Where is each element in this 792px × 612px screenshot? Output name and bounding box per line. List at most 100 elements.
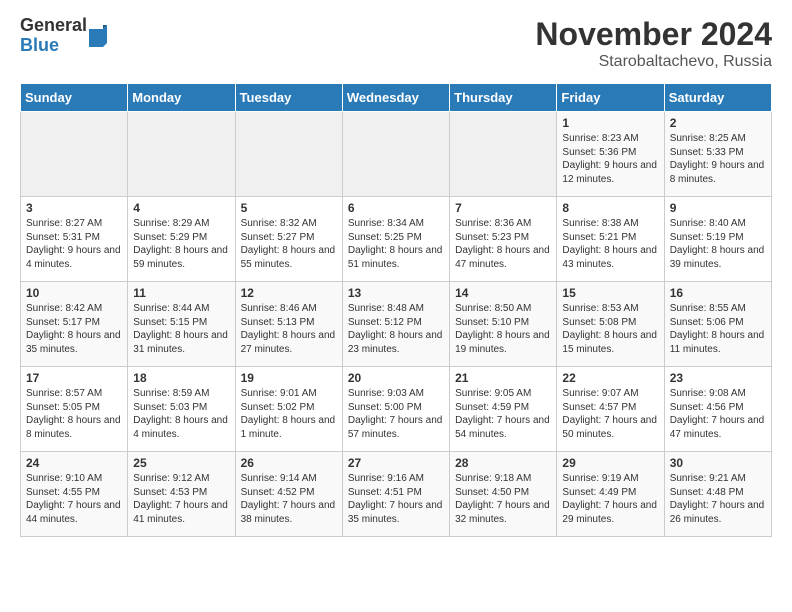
table-cell: 4 Sunrise: 8:29 AM Sunset: 5:29 PM Daylig… <box>128 197 235 282</box>
day-info: Sunrise: 8:38 AM Sunset: 5:21 PM Dayligh… <box>562 217 658 271</box>
table-cell <box>128 112 235 197</box>
day-info: Sunrise: 9:08 AM Sunset: 4:56 PM Dayligh… <box>670 387 766 441</box>
day-number: 23 <box>670 371 766 385</box>
table-cell: 5Sunrise: 8:32 AM Sunset: 5:27 PM Daylig… <box>235 197 342 282</box>
table-cell: 11 Sunrise: 8:44 AM Sunset: 5:15 PM Dayli… <box>128 282 235 367</box>
day-info: Sunrise: 8:59 AM Sunset: 5:03 PM Dayligh… <box>133 387 229 441</box>
table-cell: 8 Sunrise: 8:38 AM Sunset: 5:21 PM Daylig… <box>557 197 664 282</box>
logo-line2: Blue <box>20 36 87 56</box>
day-number: 20 <box>348 371 444 385</box>
day-info: Sunrise: 9:05 AM Sunset: 4:59 PM Dayligh… <box>455 387 551 441</box>
table-cell: 20Sunrise: 9:03 AM Sunset: 5:00 PM Dayli… <box>342 367 449 452</box>
day-number: 12 <box>241 286 337 300</box>
table-cell: 7Sunrise: 8:36 AM Sunset: 5:23 PM Daylig… <box>450 197 557 282</box>
logo-text: General Blue <box>20 16 87 56</box>
day-number: 24 <box>26 456 122 470</box>
day-info: Sunrise: 8:44 AM Sunset: 5:15 PM Dayligh… <box>133 302 229 356</box>
day-number: 19 <box>241 371 337 385</box>
col-tuesday: Tuesday <box>235 84 342 112</box>
table-cell: 23 Sunrise: 9:08 AM Sunset: 4:56 PM Dayli… <box>664 367 771 452</box>
day-number: 5 <box>241 201 337 215</box>
page: General Blue November 2024 Starobaltache… <box>0 0 792 553</box>
day-number: 14 <box>455 286 551 300</box>
day-number: 28 <box>455 456 551 470</box>
header-row: Sunday Monday Tuesday Wednesday Thursday… <box>21 84 772 112</box>
day-info: Sunrise: 9:07 AM Sunset: 4:57 PM Dayligh… <box>562 387 658 441</box>
table-cell: 26Sunrise: 9:14 AM Sunset: 4:52 PM Dayli… <box>235 452 342 537</box>
calendar-week-row: 24 Sunrise: 9:10 AM Sunset: 4:55 PM Dayli… <box>21 452 772 537</box>
col-friday: Friday <box>557 84 664 112</box>
table-cell: 25 Sunrise: 9:12 AM Sunset: 4:53 PM Dayli… <box>128 452 235 537</box>
day-number: 4 <box>133 201 229 215</box>
table-cell <box>450 112 557 197</box>
table-cell: 22Sunrise: 9:07 AM Sunset: 4:57 PM Dayli… <box>557 367 664 452</box>
calendar-week-row: 10 Sunrise: 8:42 AM Sunset: 5:17 PM Dayli… <box>21 282 772 367</box>
day-info: Sunrise: 9:16 AM Sunset: 4:51 PM Dayligh… <box>348 472 444 526</box>
day-info: Sunrise: 8:23 AM Sunset: 5:36 PM Dayligh… <box>562 132 658 186</box>
table-cell <box>21 112 128 197</box>
day-number: 30 <box>670 456 766 470</box>
day-info: Sunrise: 8:57 AM Sunset: 5:05 PM Dayligh… <box>26 387 122 441</box>
day-info: Sunrise: 9:21 AM Sunset: 4:48 PM Dayligh… <box>670 472 766 526</box>
day-info: Sunrise: 8:29 AM Sunset: 5:29 PM Dayligh… <box>133 217 229 271</box>
day-info: Sunrise: 8:50 AM Sunset: 5:10 PM Dayligh… <box>455 302 551 356</box>
calendar-title: November 2024 <box>535 16 772 53</box>
table-cell: 1Sunrise: 8:23 AM Sunset: 5:36 PM Daylig… <box>557 112 664 197</box>
calendar-week-row: 17Sunrise: 8:57 AM Sunset: 5:05 PM Dayli… <box>21 367 772 452</box>
day-info: Sunrise: 9:01 AM Sunset: 5:02 PM Dayligh… <box>241 387 337 441</box>
table-cell: 3 Sunrise: 8:27 AM Sunset: 5:31 PM Daylig… <box>21 197 128 282</box>
table-cell: 10 Sunrise: 8:42 AM Sunset: 5:17 PM Dayli… <box>21 282 128 367</box>
table-cell: 9Sunrise: 8:40 AM Sunset: 5:19 PM Daylig… <box>664 197 771 282</box>
table-cell: 12Sunrise: 8:46 AM Sunset: 5:13 PM Dayli… <box>235 282 342 367</box>
day-number: 3 <box>26 201 122 215</box>
day-number: 10 <box>26 286 122 300</box>
day-info: Sunrise: 9:18 AM Sunset: 4:50 PM Dayligh… <box>455 472 551 526</box>
day-info: Sunrise: 9:14 AM Sunset: 4:52 PM Dayligh… <box>241 472 337 526</box>
logo-line1: General <box>20 16 87 36</box>
day-number: 8 <box>562 201 658 215</box>
day-number: 18 <box>133 371 229 385</box>
table-cell: 14 Sunrise: 8:50 AM Sunset: 5:10 PM Dayli… <box>450 282 557 367</box>
day-number: 7 <box>455 201 551 215</box>
day-number: 16 <box>670 286 766 300</box>
table-cell: 6 Sunrise: 8:34 AM Sunset: 5:25 PM Daylig… <box>342 197 449 282</box>
day-info: Sunrise: 9:10 AM Sunset: 4:55 PM Dayligh… <box>26 472 122 526</box>
calendar-header: Sunday Monday Tuesday Wednesday Thursday… <box>21 84 772 112</box>
day-number: 21 <box>455 371 551 385</box>
day-number: 11 <box>133 286 229 300</box>
day-number: 25 <box>133 456 229 470</box>
day-number: 2 <box>670 116 766 130</box>
day-info: Sunrise: 8:34 AM Sunset: 5:25 PM Dayligh… <box>348 217 444 271</box>
calendar-table: Sunday Monday Tuesday Wednesday Thursday… <box>20 83 772 537</box>
day-info: Sunrise: 8:53 AM Sunset: 5:08 PM Dayligh… <box>562 302 658 356</box>
calendar-body: 1Sunrise: 8:23 AM Sunset: 5:36 PM Daylig… <box>21 112 772 537</box>
table-cell: 16Sunrise: 8:55 AM Sunset: 5:06 PM Dayli… <box>664 282 771 367</box>
col-wednesday: Wednesday <box>342 84 449 112</box>
table-cell: 13Sunrise: 8:48 AM Sunset: 5:12 PM Dayli… <box>342 282 449 367</box>
col-saturday: Saturday <box>664 84 771 112</box>
table-cell <box>235 112 342 197</box>
table-cell <box>342 112 449 197</box>
table-cell: 30 Sunrise: 9:21 AM Sunset: 4:48 PM Dayli… <box>664 452 771 537</box>
table-cell: 21 Sunrise: 9:05 AM Sunset: 4:59 PM Dayli… <box>450 367 557 452</box>
title-block: November 2024 Starobaltachevo, Russia <box>535 16 772 71</box>
day-info: Sunrise: 8:42 AM Sunset: 5:17 PM Dayligh… <box>26 302 122 356</box>
day-number: 9 <box>670 201 766 215</box>
calendar-week-row: 3 Sunrise: 8:27 AM Sunset: 5:31 PM Daylig… <box>21 197 772 282</box>
day-number: 6 <box>348 201 444 215</box>
col-monday: Monday <box>128 84 235 112</box>
day-number: 29 <box>562 456 658 470</box>
logo-icon <box>89 25 107 47</box>
day-info: Sunrise: 9:12 AM Sunset: 4:53 PM Dayligh… <box>133 472 229 526</box>
table-cell: 2Sunrise: 8:25 AM Sunset: 5:33 PM Daylig… <box>664 112 771 197</box>
day-info: Sunrise: 8:27 AM Sunset: 5:31 PM Dayligh… <box>26 217 122 271</box>
day-info: Sunrise: 9:19 AM Sunset: 4:49 PM Dayligh… <box>562 472 658 526</box>
day-number: 15 <box>562 286 658 300</box>
table-cell: 29 Sunrise: 9:19 AM Sunset: 4:49 PM Dayli… <box>557 452 664 537</box>
table-cell: 17Sunrise: 8:57 AM Sunset: 5:05 PM Dayli… <box>21 367 128 452</box>
header: General Blue November 2024 Starobaltache… <box>20 16 772 71</box>
calendar-week-row: 1Sunrise: 8:23 AM Sunset: 5:36 PM Daylig… <box>21 112 772 197</box>
calendar-subtitle: Starobaltachevo, Russia <box>535 53 772 71</box>
table-cell: 15 Sunrise: 8:53 AM Sunset: 5:08 PM Dayli… <box>557 282 664 367</box>
col-thursday: Thursday <box>450 84 557 112</box>
